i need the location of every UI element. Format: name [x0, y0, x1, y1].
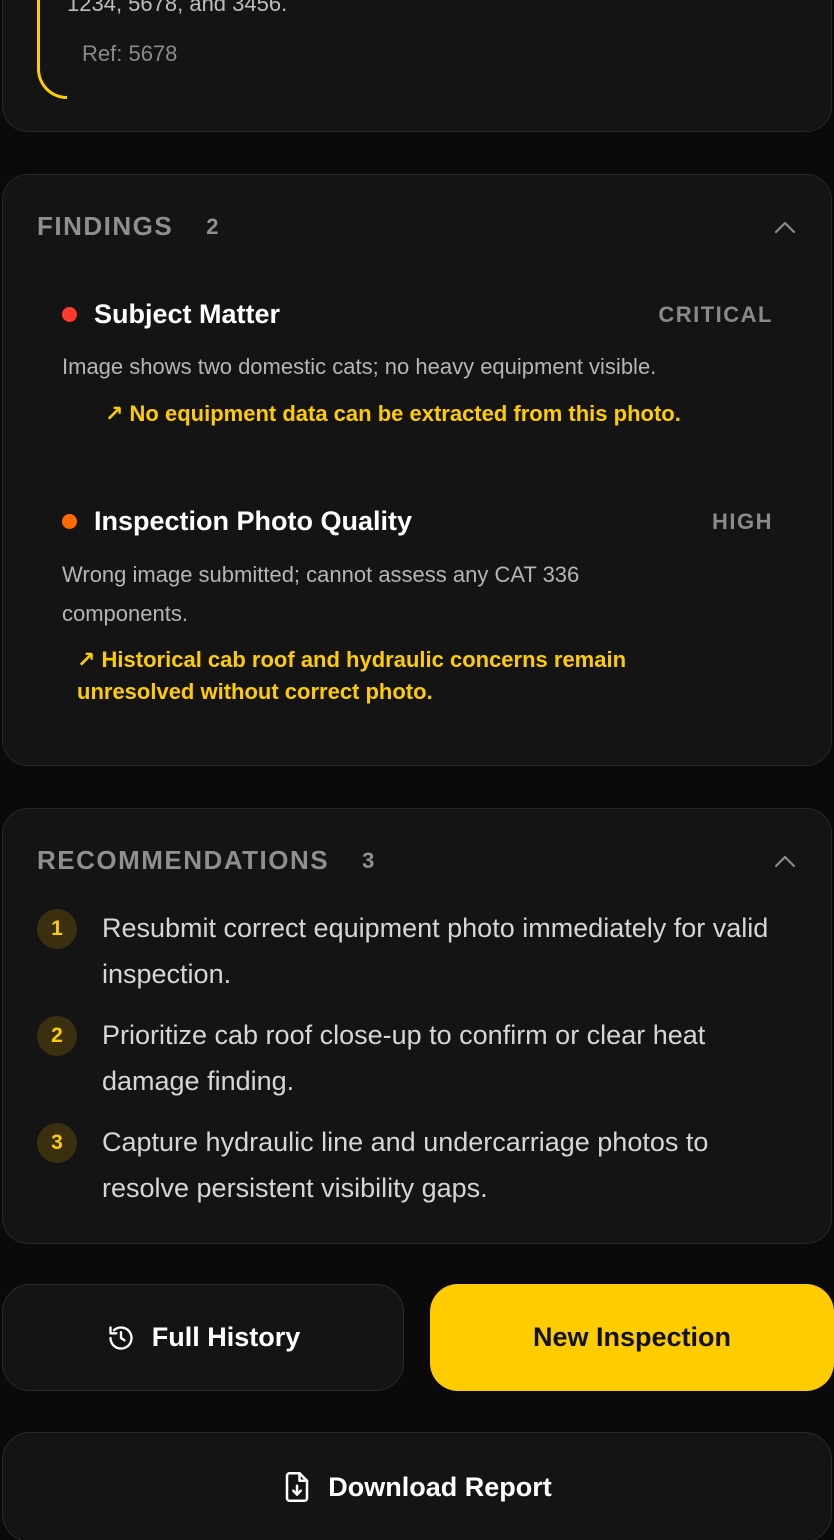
recommendation-item: 3 Capture hydraulic line and undercarria… [37, 1119, 791, 1211]
finding-description: Image shows two domestic cats; no heavy … [62, 354, 657, 379]
finding-impact: ↗ Historical cab roof and hydraulic conc… [77, 647, 627, 704]
critical-severity-dot [62, 307, 77, 322]
findings-count: 2 [206, 213, 219, 239]
history-icon [106, 1323, 136, 1353]
recommendations-header[interactable]: RECOMMENDATIONS 3 [37, 845, 797, 876]
findings-card: FINDINGS 2 Subject Matter CRITICAL Image… [2, 174, 832, 766]
severity-badge: CRITICAL [658, 301, 773, 327]
recommendation-number: 2 [37, 1016, 77, 1056]
severity-badge: HIGH [712, 508, 773, 534]
recommendation-item: 2 Prioritize cab roof close-up to confir… [37, 1012, 791, 1104]
recommendation-text: Capture hydraulic line and undercarriage… [102, 1127, 709, 1203]
findings-title: FINDINGS [37, 211, 174, 241]
chevron-up-icon[interactable] [773, 215, 797, 239]
finding-impact: ↗ No equipment data can be extracted fro… [105, 401, 681, 426]
finding-header: Inspection Photo Quality HIGH [62, 506, 773, 537]
recommendation-number: 1 [37, 909, 77, 949]
full-history-label: Full History [151, 1322, 301, 1352]
recommendation-text: Resubmit correct equipment photo immedia… [102, 913, 769, 989]
new-inspection-button[interactable]: New Inspection [430, 1284, 834, 1391]
reference-accent-line [37, 0, 67, 99]
recommendation-item: 1 Resubmit correct equipment photo immed… [37, 905, 791, 997]
finding-title: Subject Matter [94, 299, 281, 329]
reference-card: 1234, 5678, and 3456. Ref: 5678 [2, 0, 832, 132]
reference-label: Ref: 5678 [82, 41, 178, 66]
finding-description: Wrong image submitted; cannot assess any… [62, 562, 580, 626]
recommendations-count: 3 [362, 847, 375, 873]
recommendations-card: RECOMMENDATIONS 3 1 Resubmit correct equ… [2, 808, 832, 1244]
new-inspection-label: New Inspection [532, 1322, 732, 1352]
chevron-up-icon[interactable] [773, 849, 797, 873]
high-severity-dot [62, 514, 77, 529]
recommendations-title: RECOMMENDATIONS [37, 845, 330, 875]
finding-header: Subject Matter CRITICAL [62, 299, 773, 330]
full-history-button[interactable]: Full History [2, 1284, 404, 1391]
recommendation-text: Prioritize cab roof close-up to confirm … [102, 1020, 706, 1096]
inspection-report-page: 1234, 5678, and 3456. Ref: 5678 FINDINGS… [0, 0, 834, 1540]
reference-text: 1234, 5678, and 3456. [67, 0, 288, 16]
download-report-label: Download Report [328, 1471, 552, 1502]
recommendation-number: 3 [37, 1123, 77, 1163]
download-report-button[interactable]: Download Report [2, 1432, 832, 1540]
finding-title: Inspection Photo Quality [94, 506, 413, 536]
file-download-icon [282, 1472, 312, 1502]
findings-header[interactable]: FINDINGS 2 [37, 211, 797, 242]
